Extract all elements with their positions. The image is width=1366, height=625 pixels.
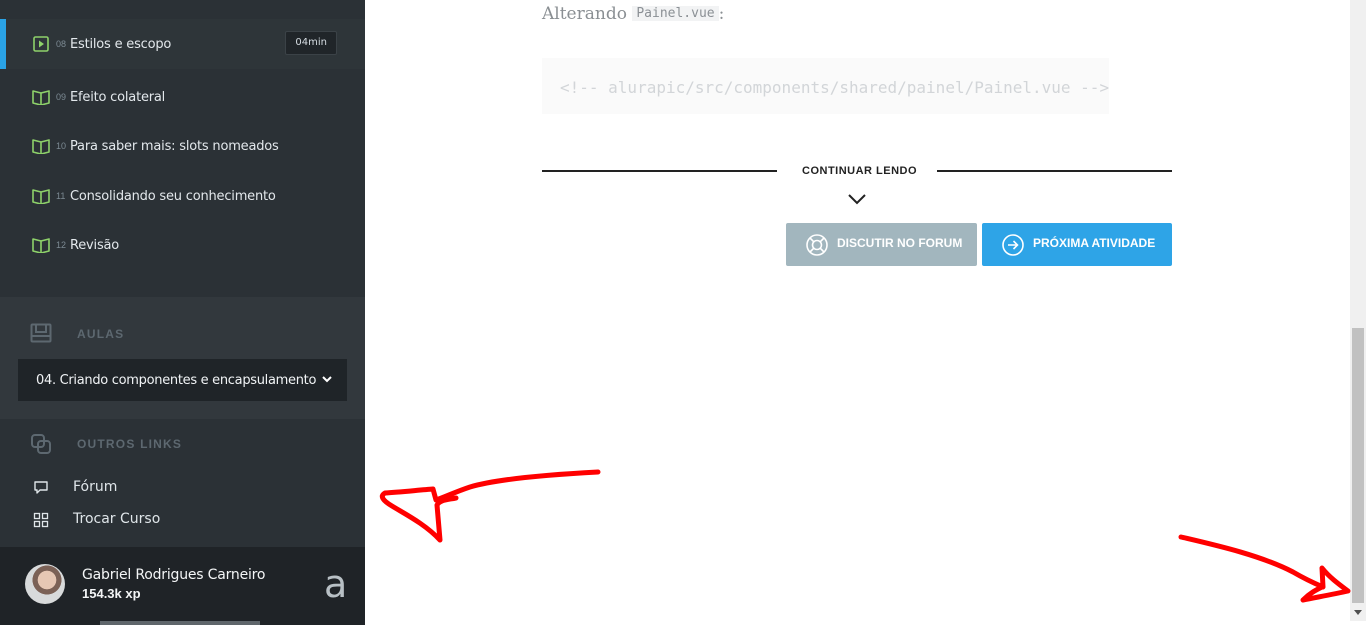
next-activity-label: PRÓXIMA ATIVIDADE bbox=[1033, 236, 1156, 250]
lesson-title: Consolidando seu conhecimento bbox=[70, 188, 276, 204]
chevron-down-icon[interactable] bbox=[847, 192, 867, 211]
course-select[interactable]: 04. Criando componentes e encapsulamento bbox=[18, 359, 347, 401]
lesson-number: 10 bbox=[56, 141, 67, 151]
avatar bbox=[25, 564, 65, 604]
link-icon bbox=[30, 433, 52, 460]
chevron-down-icon bbox=[321, 373, 333, 389]
link-change-course[interactable]: Trocar Curso bbox=[0, 507, 365, 533]
sidebar: 08 Estilos e escopo 04min 09 Efeito cola… bbox=[0, 0, 365, 625]
arrow-right-circle-icon bbox=[1001, 233, 1025, 260]
course-select-value: 04. Criando componentes e encapsulamento bbox=[36, 372, 317, 388]
user-xp: 154.3k xp bbox=[82, 586, 141, 601]
altering-text: Alterando bbox=[542, 4, 627, 24]
divider-left bbox=[542, 170, 777, 172]
main-content: Alterando Painel.vue: <!-- alurapic/src/… bbox=[365, 0, 1350, 621]
scroll-thumb[interactable] bbox=[1352, 328, 1364, 603]
duration-badge: 04min bbox=[285, 31, 337, 55]
code-block[interactable]: <!-- alurapic/src/components/shared/pain… bbox=[542, 58, 1109, 114]
lesson-item-08[interactable]: 08 Estilos e escopo 04min bbox=[0, 19, 365, 69]
scroll-down-arrow-icon[interactable] bbox=[1350, 605, 1366, 621]
course-nav-section: AULAS 04. Criando componentes e encapsul… bbox=[0, 297, 365, 547]
discuss-forum-button[interactable]: DISCUTIR NO FORUM bbox=[786, 223, 977, 266]
lesson-title: Estilos e escopo bbox=[70, 36, 172, 52]
link-forum-label: Fórum bbox=[73, 479, 118, 495]
discuss-forum-label: DISCUTIR NO FORUM bbox=[837, 236, 963, 250]
lesson-item-12[interactable]: 12 Revisão bbox=[0, 220, 365, 270]
user-name: Gabriel Rodrigues Carneiro bbox=[82, 567, 266, 583]
lesson-number: 09 bbox=[56, 92, 67, 102]
lesson-title: Revisão bbox=[70, 237, 120, 253]
horizontal-scroll-thumb[interactable] bbox=[100, 621, 260, 625]
book-icon bbox=[32, 236, 50, 254]
link-change-course-label: Trocar Curso bbox=[73, 511, 161, 527]
lesson-number: 08 bbox=[56, 39, 67, 49]
vertical-scrollbar[interactable] bbox=[1350, 0, 1366, 621]
altering-paragraph: Alterando Painel.vue: bbox=[542, 4, 724, 24]
aulas-header: AULAS bbox=[0, 315, 365, 349]
lesson-title: Para saber mais: slots nomeados bbox=[70, 138, 279, 154]
lesson-title: Efeito colateral bbox=[70, 89, 166, 105]
book-icon bbox=[32, 137, 50, 155]
lesson-number: 11 bbox=[56, 191, 66, 201]
divider-right bbox=[937, 170, 1172, 172]
aulas-label: AULAS bbox=[77, 327, 125, 341]
other-links-header: OUTROS LINKS bbox=[0, 431, 365, 457]
alura-logo-icon[interactable]: a bbox=[324, 565, 347, 603]
link-forum[interactable]: Fórum bbox=[0, 475, 365, 501]
play-icon bbox=[32, 35, 50, 53]
continue-reading-label[interactable]: CONTINUAR LENDO bbox=[802, 165, 917, 177]
inbox-icon bbox=[30, 323, 52, 348]
page: 08 Estilos e escopo 04min 09 Efeito cola… bbox=[0, 0, 1366, 625]
lesson-list: 08 Estilos e escopo 04min 09 Efeito cola… bbox=[0, 0, 365, 297]
other-links-label: OUTROS LINKS bbox=[77, 437, 183, 451]
lesson-item-09[interactable]: 09 Efeito colateral bbox=[0, 72, 365, 122]
lesson-item-11[interactable]: 11 Consolidando seu conhecimento bbox=[0, 171, 365, 221]
book-icon bbox=[32, 187, 50, 205]
code-line: <!-- alurapic/src/components/shared/pain… bbox=[560, 78, 1109, 97]
lesson-item-10[interactable]: 10 Para saber mais: slots nomeados bbox=[0, 121, 365, 171]
chat-icon bbox=[33, 480, 49, 501]
active-indicator bbox=[0, 19, 6, 69]
altering-suffix: : bbox=[718, 4, 725, 24]
grid-icon bbox=[33, 512, 49, 533]
user-profile[interactable]: Gabriel Rodrigues Carneiro 154.3k xp a bbox=[0, 547, 365, 625]
next-activity-button[interactable]: PRÓXIMA ATIVIDADE bbox=[982, 223, 1172, 266]
inline-code-filename: Painel.vue bbox=[632, 6, 719, 21]
other-links: OUTROS LINKS Fórum Trocar Curso bbox=[0, 419, 365, 547]
book-icon bbox=[32, 88, 50, 106]
lifebuoy-icon bbox=[805, 233, 829, 260]
lesson-number: 12 bbox=[56, 240, 67, 250]
